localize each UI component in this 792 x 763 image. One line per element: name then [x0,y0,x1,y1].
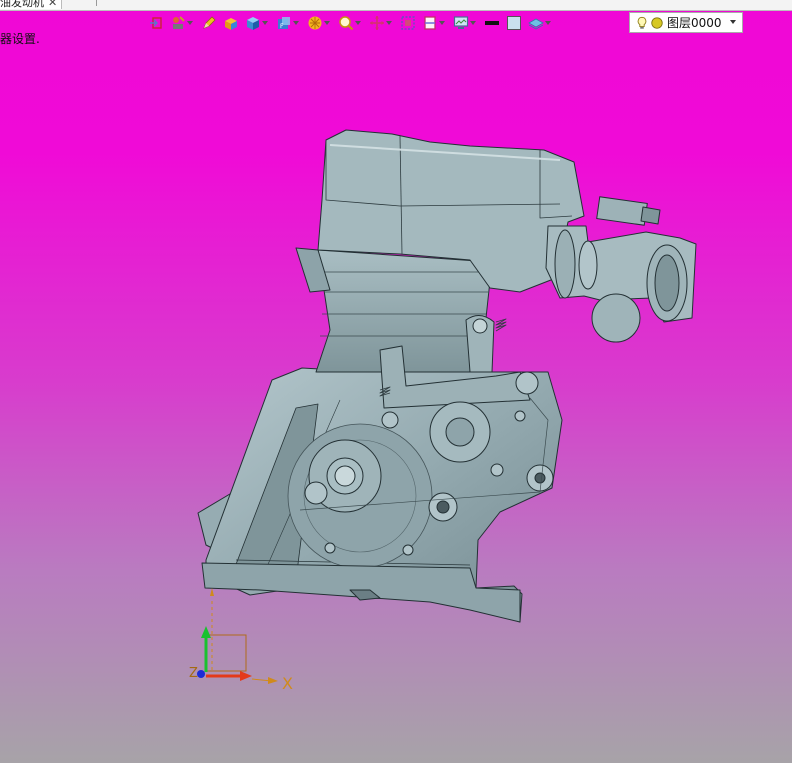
layer-color-dot-icon[interactable] [650,16,664,30]
view-cube-icon: F [278,17,290,30]
display-button[interactable] [453,12,478,34]
sketch-tools-icon [173,16,185,29]
air-bulb [591,293,641,343]
x-axis-label: X [282,674,293,693]
chevron-down-icon[interactable] [262,21,268,25]
exit-sketch-icon [150,17,162,29]
box-icon [225,18,237,30]
origin-point [197,670,205,678]
sketch-tools-button[interactable] [170,12,195,34]
layer-plane-icon [528,18,544,30]
solid-cube-icon [247,17,259,30]
tab-separator [96,0,97,6]
3d-viewport[interactable]: X Z [0,0,792,763]
z-axis-tip [210,588,214,596]
chevron-down-icon[interactable] [386,21,392,25]
layer-name: 图层0000 [667,16,722,30]
engine-model[interactable] [197,129,697,623]
document-tab[interactable]: 油发动机 ✕ [0,0,63,9]
chevron-down-icon[interactable] [470,21,476,25]
triad-plane [205,634,247,672]
chevron-down-icon[interactable] [187,21,193,25]
move-button[interactable] [369,12,394,34]
chevron-down-icon[interactable] [545,21,551,25]
line-color-button[interactable] [484,12,500,34]
chevron-down-icon[interactable] [293,21,299,25]
chevron-down-icon[interactable] [730,20,736,24]
pencil-button[interactable] [201,12,217,34]
solid-cube-button[interactable] [245,12,270,34]
chevron-down-icon[interactable] [355,21,361,25]
zoom-icon [339,16,354,31]
zoom-button[interactable] [338,12,363,34]
layer-plane-button[interactable] [528,12,553,34]
layer-select[interactable]: 图层0000 [629,12,743,33]
frame-button[interactable] [400,12,416,34]
section-icon [424,16,436,30]
pencil-icon [203,16,216,29]
cylinder-block [315,249,493,373]
svg-text:F: F [280,23,284,30]
document-tab-title: 油发动机 [0,0,44,9]
box-button[interactable] [223,12,239,34]
move-icon [370,16,384,30]
close-icon[interactable]: ✕ [48,0,57,9]
x-axis-arrow [240,671,252,681]
frame-icon [401,16,415,30]
document-tabbar: 油发动机 ✕ [0,0,792,11]
line-color-icon [485,21,499,25]
chevron-down-icon[interactable] [439,21,445,25]
chevron-down-icon[interactable] [324,21,330,25]
status-message: 器设置. [0,32,40,46]
y-axis-arrow [201,626,211,638]
render-style-button[interactable] [307,12,332,34]
display-icon [453,16,469,29]
exit-sketch-button[interactable] [148,12,164,34]
fill-color-button[interactable] [506,12,522,34]
z-axis-label: Z [189,666,198,681]
section-button[interactable] [422,12,447,34]
view-cube-button[interactable]: F [276,12,301,34]
render-style-icon [308,16,322,30]
coordinate-triad: X Z [189,588,293,693]
lightbulb-icon[interactable] [635,15,649,31]
fill-color-icon [507,16,521,30]
